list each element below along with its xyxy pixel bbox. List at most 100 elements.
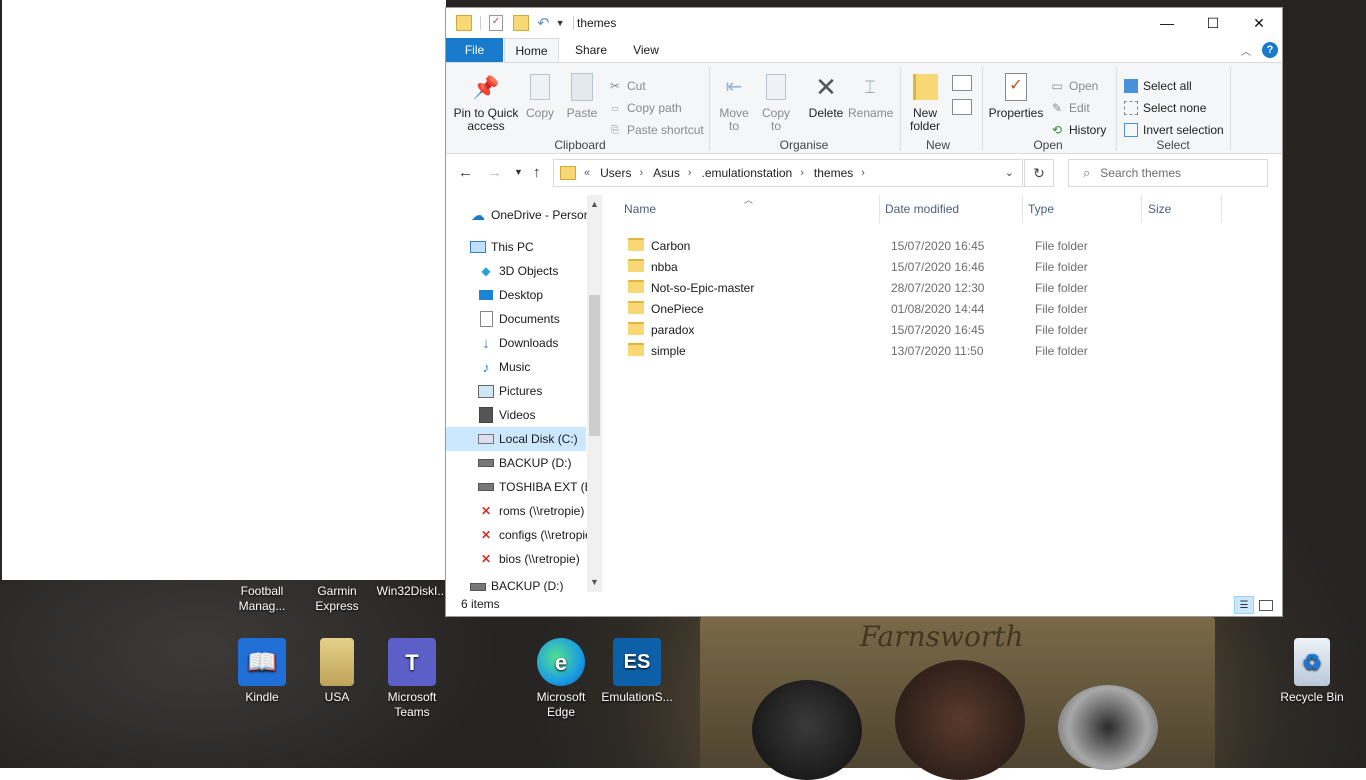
edit-button[interactable]: ✎ Edit xyxy=(1050,99,1090,117)
overflow-chevron-icon[interactable]: « xyxy=(584,167,590,179)
minimize-button[interactable]: — xyxy=(1144,8,1190,38)
pin-to-quick-access-button[interactable]: 📌 Pin to Quick access xyxy=(452,71,520,133)
copy-button[interactable]: Copy xyxy=(522,71,558,120)
forward-arrow-icon[interactable]: → xyxy=(487,164,502,181)
desktop-icon-kindle[interactable]: 📖 Kindle xyxy=(225,638,299,705)
desktop-icon-edge[interactable]: e Microsoft Edge xyxy=(524,638,598,720)
scroll-thumb[interactable] xyxy=(589,295,600,436)
nav-item-downloads[interactable]: ↓ Downloads xyxy=(446,331,604,355)
close-button[interactable]: ✕ xyxy=(1236,8,1282,38)
address-bar[interactable]: « Users › Asus › .emulationstation › themes… xyxy=(553,159,1023,187)
tab-file[interactable]: File xyxy=(446,38,503,62)
chevron-up-icon[interactable]: ︿ xyxy=(1241,43,1251,58)
scroll-down-icon[interactable]: ▼ xyxy=(587,575,602,590)
maximize-button[interactable]: ☐ xyxy=(1190,8,1236,38)
new-folder-icon[interactable] xyxy=(513,15,529,31)
nav-item-toshiba-ext-e[interactable]: TOSHIBA EXT (E:) xyxy=(446,475,604,499)
table-row[interactable]: Not-so-Epic-master 28/07/2020 12:30 File… xyxy=(622,277,1222,298)
chevron-right-icon[interactable]: › xyxy=(861,167,865,179)
paste-shortcut-button[interactable]: ⎘ Paste shortcut xyxy=(608,121,704,139)
chevron-right-icon[interactable]: › xyxy=(800,167,804,179)
table-row[interactable]: paradox 15/07/2020 16:45 File folder xyxy=(622,319,1222,340)
up-arrow-icon[interactable]: ↑ xyxy=(533,164,541,181)
address-dropdown-icon[interactable]: ⌄ xyxy=(1005,166,1014,179)
details-view-button[interactable]: ☰ xyxy=(1234,596,1254,614)
desktop-icon-teams[interactable]: T Microsoft Teams xyxy=(375,638,449,720)
back-arrow-icon[interactable]: ← xyxy=(458,164,473,181)
desktop-icon-label[interactable]: Garmin Express xyxy=(297,584,377,614)
copy-path-button[interactable]: ▭ Copy path xyxy=(608,99,681,117)
desktop-icon-label[interactable]: Football Manag... xyxy=(222,584,302,614)
nav-item-music[interactable]: ♪ Music xyxy=(446,355,604,379)
scroll-up-icon[interactable]: ▲ xyxy=(587,197,602,212)
easy-access-icon[interactable] xyxy=(952,99,972,115)
table-row[interactable]: Carbon 15/07/2020 16:45 File folder xyxy=(622,235,1222,256)
nav-item-configs-retropie[interactable]: ✕ configs (\\retropie) xyxy=(446,523,604,547)
desktop-icon-emulationstation[interactable]: ES EmulationS... xyxy=(600,638,674,705)
nav-item-backup-d-2[interactable]: BACKUP (D:) xyxy=(446,579,604,592)
table-row[interactable]: simple 13/07/2020 11:50 File folder xyxy=(622,340,1222,361)
search-input[interactable]: ⌕ Search themes xyxy=(1068,159,1268,187)
folder-icon xyxy=(456,15,472,31)
refresh-icon[interactable]: ↻ xyxy=(1024,159,1054,187)
nav-item-desktop[interactable]: Desktop xyxy=(446,283,604,307)
properties-button[interactable]: ✓ Properties xyxy=(986,71,1046,120)
properties-icon[interactable]: ✓ xyxy=(489,15,503,31)
tab-share[interactable]: Share xyxy=(567,38,615,62)
column-header-name[interactable]: Name xyxy=(618,195,880,223)
button-label: Paste xyxy=(566,106,598,120)
nav-item-local-disk-c[interactable]: Local Disk (C:) xyxy=(446,427,586,451)
history-button[interactable]: ⟲ History xyxy=(1050,121,1106,139)
column-header-date-modified[interactable]: Date modified xyxy=(879,195,1023,223)
table-row[interactable]: nbba 15/07/2020 16:46 File folder xyxy=(622,256,1222,277)
nav-item-documents[interactable]: Documents xyxy=(446,307,604,331)
help-icon[interactable]: ? xyxy=(1262,42,1278,58)
invert-selection-button[interactable]: Invert selection xyxy=(1124,121,1224,139)
new-folder-button[interactable]: New folder xyxy=(904,71,946,133)
nav-item-bios-retropie[interactable]: ✕ bios (\\retropie) xyxy=(446,547,604,571)
nav-item-this-pc[interactable]: This PC xyxy=(446,235,604,259)
nav-item-roms-retropie[interactable]: ✕ roms (\\retropie) xyxy=(446,499,604,523)
breadcrumb-themes[interactable]: themes xyxy=(814,166,853,180)
column-header-size[interactable]: Size xyxy=(1142,195,1222,223)
new-item-icon[interactable] xyxy=(952,75,972,91)
tab-home[interactable]: Home xyxy=(504,38,559,62)
delete-button[interactable]: ✕ Delete xyxy=(801,71,851,120)
breadcrumb-asus[interactable]: Asus xyxy=(653,166,680,180)
move-to-button[interactable]: ⇤ Move to xyxy=(714,71,754,133)
blank-window-area xyxy=(2,0,446,580)
group-label-open: Open xyxy=(1033,138,1063,152)
desktop-icon-usa[interactable]: USA xyxy=(300,638,374,705)
recent-locations-chevron-icon[interactable]: ▼ xyxy=(514,167,523,177)
nav-item-onedrive[interactable]: ☁ OneDrive - Personal xyxy=(446,203,604,227)
breadcrumb-emulationstation[interactable]: .emulationstation xyxy=(702,166,793,180)
desktop-icon-recycle-bin[interactable]: ♻ Recycle Bin xyxy=(1275,638,1349,705)
nav-item-backup-d[interactable]: BACKUP (D:) xyxy=(446,451,604,475)
nav-item-videos[interactable]: Videos xyxy=(446,403,604,427)
file-type: File folder xyxy=(1035,260,1088,274)
nav-pane-scrollbar[interactable]: ▲ ▼ xyxy=(587,195,602,592)
tab-view[interactable]: View xyxy=(623,38,669,62)
nav-item-pictures[interactable]: Pictures xyxy=(446,379,604,403)
cut-button[interactable]: ✂ Cut xyxy=(608,77,646,95)
undo-icon[interactable]: ↶ xyxy=(537,14,550,32)
copy-to-button[interactable]: Copy to xyxy=(756,71,796,133)
select-all-button[interactable]: Select all xyxy=(1124,77,1192,95)
large-icons-view-button[interactable] xyxy=(1256,596,1276,614)
button-label: Pin to Quick access xyxy=(453,106,519,133)
file-name: simple xyxy=(651,344,686,358)
chevron-down-icon[interactable]: ▼ xyxy=(556,18,565,28)
chevron-right-icon[interactable]: › xyxy=(688,167,692,179)
open-button[interactable]: ▭ Open xyxy=(1050,77,1098,95)
desktop-icon-label[interactable]: Win32DiskI... xyxy=(372,584,452,599)
select-none-button[interactable]: Select none xyxy=(1124,99,1206,117)
paste-button[interactable]: Paste xyxy=(562,71,602,120)
nav-item-3d-objects[interactable]: ◆ 3D Objects xyxy=(446,259,604,283)
table-row[interactable]: OnePiece 01/08/2020 14:44 File folder xyxy=(622,298,1222,319)
column-header-type[interactable]: Type xyxy=(1022,195,1142,223)
breadcrumb-users[interactable]: Users xyxy=(600,166,631,180)
group-label-select: Select xyxy=(1156,138,1190,152)
folder-icon xyxy=(320,638,354,686)
rename-button[interactable]: ⌶ Rename xyxy=(848,71,893,120)
chevron-right-icon[interactable]: › xyxy=(639,167,643,179)
